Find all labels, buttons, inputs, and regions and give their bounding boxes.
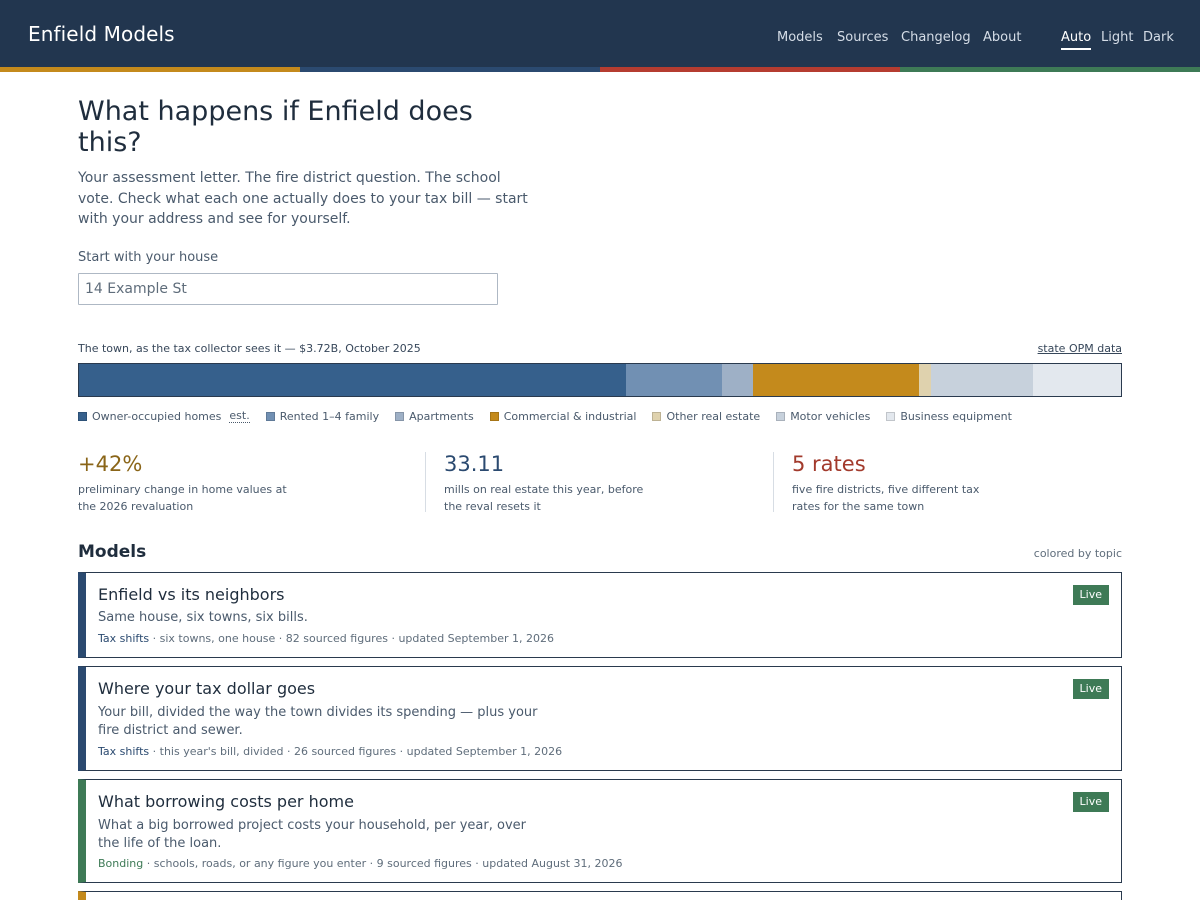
card-meta-text: · six towns, one house · 82 sourced figu… bbox=[149, 632, 554, 645]
legend-item: Owner-occupied homes est. bbox=[78, 409, 250, 423]
stat-value: +42% bbox=[78, 452, 143, 476]
estimate-marker[interactable]: est. bbox=[229, 409, 250, 423]
legend-swatch bbox=[489, 411, 499, 421]
nav-about[interactable]: About bbox=[983, 30, 1021, 45]
legend-item: Commercial & industrial bbox=[489, 409, 637, 423]
legend-label: Owner-occupied homes bbox=[92, 409, 222, 423]
stat-divider bbox=[773, 452, 774, 512]
card-meta-text: · this year's bill, divided · 26 sourced… bbox=[149, 745, 563, 758]
legend-label: Motor vehicles bbox=[790, 409, 871, 423]
card-topic: Tax shifts bbox=[98, 745, 150, 758]
top-bar: Enfield Models Models Sources Changelog … bbox=[0, 0, 1200, 67]
card-title: Where your tax dollar goes bbox=[98, 679, 316, 698]
card-desc: Your bill, divided the way the town divi… bbox=[98, 705, 538, 738]
card-meta: Tax shifts · this year's bill, divided ·… bbox=[98, 745, 562, 758]
bar-segment bbox=[918, 364, 932, 396]
legend-item: Motor vehicles bbox=[776, 410, 870, 423]
stat-value: 33.11 bbox=[444, 452, 505, 476]
legend-swatch bbox=[652, 411, 662, 421]
stat-desc: mills on real estate this year, before t… bbox=[444, 483, 644, 513]
nav-changelog[interactable]: Changelog bbox=[901, 30, 971, 45]
live-badge: Live bbox=[1072, 792, 1109, 812]
bar-segment bbox=[626, 364, 722, 396]
models-note: colored by topic bbox=[1033, 547, 1122, 560]
card-desc: Same house, six towns, six bills. bbox=[98, 610, 308, 625]
live-badge: Live bbox=[1072, 679, 1109, 699]
town-bar-legend: Owner-occupied homes est. Rented 1–4 famil… bbox=[78, 409, 1028, 423]
stat-desc: preliminary change in home values at the… bbox=[78, 483, 287, 513]
page-title: What happens if Enfield does this? bbox=[78, 96, 473, 158]
live-badge: Live bbox=[1072, 585, 1109, 605]
legend-label: Apartments bbox=[409, 409, 474, 423]
town-bar-caption: The town, as the tax collector sees it —… bbox=[78, 342, 421, 355]
theme-light[interactable]: Light bbox=[1101, 30, 1133, 45]
card-meta: Tax shifts · six towns, one house · 82 s… bbox=[98, 632, 554, 645]
house-input-label: Start with your house bbox=[78, 250, 219, 265]
bar-segment bbox=[753, 364, 919, 396]
legend-swatch bbox=[395, 411, 405, 421]
legend-item: Business equipment bbox=[886, 410, 1012, 423]
card-topic: Bonding bbox=[98, 857, 144, 870]
model-card-neighbors[interactable]: Enfield vs its neighbors Same house, six… bbox=[78, 572, 1122, 658]
nav-sources[interactable]: Sources bbox=[837, 30, 888, 45]
legend-swatch bbox=[78, 411, 87, 421]
stat-mill-rate: 33.11 mills on real estate this year, be… bbox=[444, 452, 659, 513]
theme-dark[interactable]: Dark bbox=[1143, 30, 1174, 45]
model-card-borrowing[interactable]: What borrowing costs per home What a big… bbox=[78, 779, 1122, 883]
card-title: What borrowing costs per home bbox=[98, 792, 354, 811]
legend-item: Rented 1–4 family bbox=[265, 409, 380, 423]
town-composition-bar bbox=[78, 363, 1122, 397]
card-topic: Tax shifts bbox=[98, 632, 150, 645]
accent-stripe-gold bbox=[0, 67, 300, 72]
legend-label: Rented 1–4 family bbox=[279, 409, 380, 423]
theme-auto[interactable]: Auto bbox=[1061, 30, 1092, 50]
legend-item: Apartments bbox=[395, 410, 474, 423]
model-card-next[interactable] bbox=[78, 891, 1122, 900]
bar-segment bbox=[931, 364, 1034, 396]
bar-segment bbox=[721, 364, 754, 396]
stat-value: 5 rates bbox=[792, 452, 866, 476]
card-meta: Bonding · schools, roads, or any figure … bbox=[98, 857, 623, 870]
accent-stripe-green bbox=[900, 67, 1200, 72]
card-title: Enfield vs its neighbors bbox=[98, 585, 285, 604]
legend-label: Business equipment bbox=[900, 409, 1012, 423]
legend-swatch bbox=[265, 411, 275, 421]
legend-label: Commercial & industrial bbox=[503, 409, 637, 423]
bar-segment bbox=[79, 364, 627, 396]
bar-segment bbox=[1033, 364, 1121, 396]
opm-data-link[interactable]: state OPM data bbox=[1038, 342, 1122, 355]
nav-models[interactable]: Models bbox=[777, 30, 823, 45]
model-card-tax-dollar[interactable]: Where your tax dollar goes Your bill, di… bbox=[78, 666, 1122, 771]
stat-desc: five fire districts, five different tax … bbox=[792, 483, 980, 513]
card-desc: What a big borrowed project costs your h… bbox=[98, 818, 526, 851]
brand-title[interactable]: Enfield Models bbox=[28, 22, 175, 46]
models-heading: Models bbox=[78, 542, 147, 562]
address-input[interactable] bbox=[78, 273, 498, 305]
stat-home-values: +42% preliminary change in home values a… bbox=[78, 452, 293, 513]
accent-stripe-blue bbox=[300, 67, 600, 72]
page-subtitle: Your assessment letter. The fire distric… bbox=[78, 170, 528, 227]
legend-swatch bbox=[886, 411, 896, 421]
legend-swatch bbox=[776, 411, 786, 421]
legend-label: Other real estate bbox=[666, 409, 761, 423]
accent-stripe-red bbox=[600, 67, 900, 72]
stat-fire-rates: 5 rates five fire districts, five differ… bbox=[792, 452, 1007, 513]
card-meta-text: · schools, roads, or any figure you ente… bbox=[143, 857, 623, 870]
legend-item: Other real estate bbox=[652, 410, 760, 423]
stat-divider bbox=[425, 452, 426, 512]
